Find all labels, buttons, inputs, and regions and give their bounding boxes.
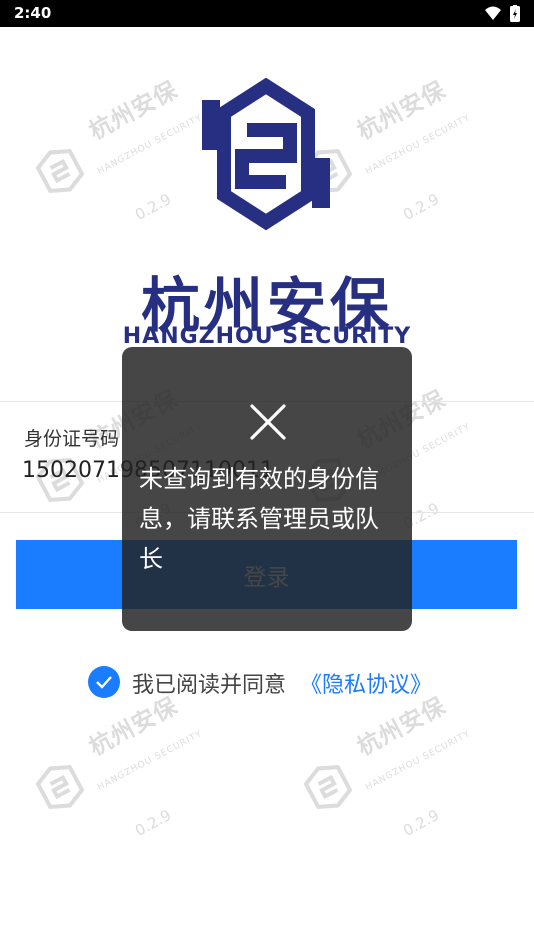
check-icon	[96, 676, 112, 689]
status-time: 2:40	[14, 4, 52, 22]
close-icon	[250, 404, 286, 440]
agreement-checkbox[interactable]	[88, 666, 120, 698]
watermark-logo-icon	[35, 764, 85, 810]
watermark-subtext: HANGZHOU SECURITY	[96, 728, 205, 793]
watermark-version: 0.2.9	[400, 806, 443, 840]
battery-charging-icon	[510, 5, 520, 22]
watermark: 杭州安保 HANGZHOU SECURITY 0.2.9	[303, 77, 504, 246]
toast-message: 未查询到有效的身份信息，请联系管理员或队长	[139, 465, 379, 573]
brand-name-en: HANGZHOU SECURITY	[122, 324, 412, 349]
privacy-policy-link[interactable]: 《隐私协议》	[300, 667, 432, 699]
watermark: 杭州安保 HANGZHOU SECURITY 0.2.9	[303, 693, 504, 862]
id-label: 身份证号码	[24, 428, 120, 450]
status-bar: 2:40	[0, 0, 534, 27]
watermark-logo-icon	[35, 148, 85, 194]
watermark-logo-icon	[303, 764, 353, 810]
watermark-text: 杭州安保	[353, 77, 451, 146]
watermark-version: 0.2.9	[132, 190, 175, 224]
watermark: 杭州安保 HANGZHOU SECURITY 0.2.9	[35, 693, 236, 862]
watermark-version: 0.2.9	[400, 190, 443, 224]
brand-logo-icon	[202, 78, 330, 230]
watermark-version: 0.2.9	[132, 806, 175, 840]
watermark-subtext: HANGZHOU SECURITY	[96, 112, 205, 177]
watermark-subtext: HANGZHOU SECURITY	[364, 728, 473, 793]
watermark-subtext: HANGZHOU SECURITY	[364, 112, 473, 177]
error-toast: 未查询到有效的身份信息，请联系管理员或队长	[122, 347, 412, 631]
agreement-text: 我已阅读并同意	[132, 673, 287, 698]
status-icons	[484, 5, 522, 23]
watermark-text: 杭州安保	[85, 77, 183, 146]
wifi-icon	[485, 6, 501, 20]
